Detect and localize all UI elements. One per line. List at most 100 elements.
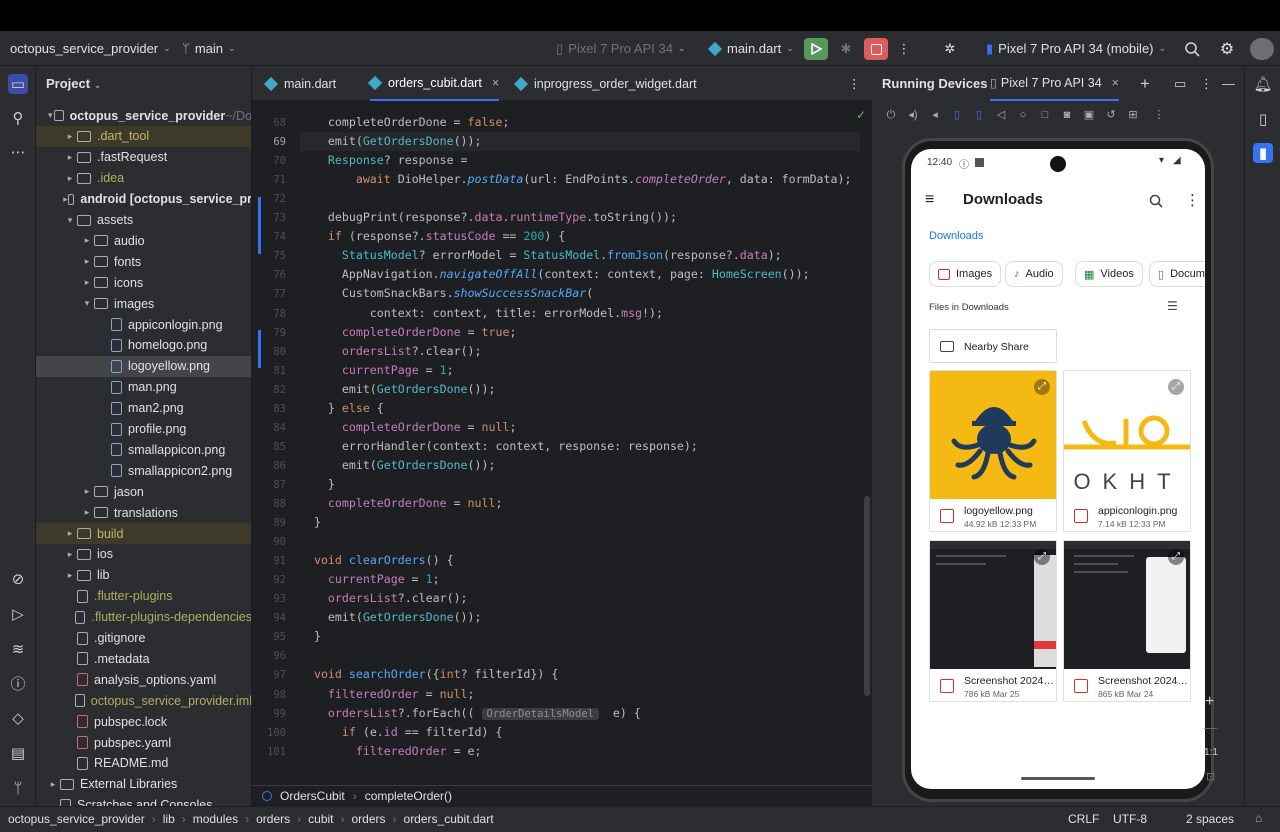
lock-icon[interactable]: ⌂	[1255, 811, 1262, 825]
project-folder-icon[interactable]: ▭	[8, 74, 28, 94]
chevron-down-icon[interactable]: ▾	[46, 110, 54, 121]
chevron-right-icon[interactable]: ▸	[80, 486, 94, 497]
code-area[interactable]: completeOrderDone = false; emit(GetOrder…	[300, 101, 860, 789]
code-line[interactable]: AppNavigation.navigateOffAll(context: co…	[300, 265, 810, 284]
overview-icon[interactable]: □	[1038, 108, 1052, 122]
code-line[interactable]: emit(GetOrdersDone());	[300, 380, 496, 399]
reset-icon[interactable]: ↺	[1104, 108, 1118, 122]
device-target-selector[interactable]: ▯ Pixel 7 Pro API 34 ⌄	[556, 31, 685, 66]
project-panel-title[interactable]: Project ⌄	[46, 76, 101, 91]
chevron-right-icon[interactable]: ▸	[80, 256, 94, 267]
code-line[interactable]: ordersList?.forEach(( OrderDetailsModel …	[300, 704, 641, 723]
expand-icon[interactable]: ⤢	[1034, 549, 1050, 565]
code-line[interactable]: }	[300, 513, 321, 532]
tree-item[interactable]: ▸ fonts	[36, 251, 251, 272]
tree-item[interactable]: ▸ .fastRequest	[36, 147, 251, 168]
indent-widget[interactable]: 2 spaces	[1186, 812, 1234, 826]
code-line[interactable]: if (response?.statusCode == 200) {	[300, 227, 565, 246]
chevron-down-icon[interactable]: ▾	[63, 215, 77, 226]
tree-item[interactable]: man.png	[36, 377, 251, 398]
logcat-icon[interactable]: ≋	[8, 639, 28, 659]
rotate-left-icon[interactable]: ▯	[950, 108, 964, 122]
tree-item[interactable]: .metadata	[36, 648, 251, 669]
chip-images[interactable]: Images	[929, 261, 1002, 287]
tree-item[interactable]: homelogo.png	[36, 335, 251, 356]
tree-item[interactable]: smallappicon2.png	[36, 460, 251, 481]
tree-item[interactable]: pubspec.lock	[36, 711, 251, 732]
code-line[interactable]: StatusModel? errorModel = StatusModel.fr…	[300, 246, 782, 265]
gesture-nav-bar[interactable]	[1021, 777, 1095, 780]
tree-item[interactable]: ▾ images	[36, 293, 251, 314]
run-config-selector[interactable]: main.dart ⌄	[707, 31, 794, 66]
avatar[interactable]	[1250, 38, 1274, 60]
code-line[interactable]: filteredOrder = null;	[300, 685, 475, 704]
phone-screen[interactable]: 12:40 ⓘ ▾ ◢ ≡ Downloads ⋮ Downloads Imag…	[911, 149, 1205, 789]
chip-videos[interactable]: ▦ Videos	[1075, 261, 1143, 287]
mirror-icon[interactable]: ⊞	[1126, 108, 1140, 122]
chevron-right-icon[interactable]: ▸	[80, 507, 94, 518]
back-icon[interactable]: ◁	[994, 108, 1008, 122]
add-icon[interactable]: +	[1140, 74, 1150, 94]
tree-item[interactable]: ▸ icons	[36, 272, 251, 293]
flutter-inspector-icon[interactable]: ⊘	[8, 569, 28, 589]
tab-orders-cubit[interactable]: orders_cubit.dart ×	[367, 66, 500, 101]
path-segment[interactable]: modules	[193, 812, 238, 826]
more-vertical-icon[interactable]: ⋮	[1152, 108, 1166, 122]
run-button[interactable]	[804, 38, 828, 60]
tree-item[interactable]: ▸ jason	[36, 481, 251, 502]
fit-screen-icon[interactable]: ⊡	[1206, 770, 1215, 783]
tree-item[interactable]: ▸ translations	[36, 502, 251, 523]
code-line[interactable]: }	[300, 475, 335, 494]
menu-icon[interactable]: ≡	[925, 191, 934, 209]
search-icon[interactable]	[1149, 194, 1163, 208]
close-icon[interactable]: ×	[1112, 76, 1119, 90]
tree-item[interactable]: .flutter-plugins	[36, 586, 251, 607]
code-line[interactable]: filteredOrder = e;	[300, 742, 482, 761]
tree-item[interactable]: logoyellow.png	[36, 355, 251, 377]
path-segment[interactable]: orders	[256, 812, 290, 826]
breadcrumb-method[interactable]: completeOrder()	[365, 789, 452, 803]
home-icon[interactable]: ○	[1016, 108, 1030, 122]
device-explorer-icon[interactable]: ▯	[1253, 109, 1273, 129]
code-line[interactable]: ordersList?.clear();	[300, 342, 482, 361]
path-segment[interactable]: lib	[163, 812, 175, 826]
structure-icon[interactable]: ⚲	[8, 108, 28, 128]
notifications-icon[interactable]: 🔔︎	[1253, 74, 1273, 94]
tree-item[interactable]: .flutter-plugins-dependencies	[36, 607, 251, 628]
tab-main-dart[interactable]: main.dart	[263, 66, 336, 101]
tree-item[interactable]: ▸ lib	[36, 565, 251, 586]
settings-button[interactable]: ⚙	[1215, 38, 1239, 60]
tree-item[interactable]: ▸ build	[36, 523, 251, 544]
volume-down-icon[interactable]: ◂	[928, 108, 942, 122]
minimize-icon[interactable]: —	[1222, 76, 1235, 91]
code-line[interactable]: debugPrint(response?.data.runtimeType.to…	[300, 208, 677, 227]
code-line[interactable]: void searchOrder({int? filterId}) {	[300, 665, 558, 684]
device-manager-button[interactable]: ✲	[938, 38, 962, 60]
path-breadcrumb[interactable]: Downloads	[929, 230, 983, 242]
tree-item[interactable]: ▸ External Libraries	[36, 774, 251, 795]
more-actions-button[interactable]: ⋮	[892, 38, 916, 60]
chevron-down-icon[interactable]: ▾	[80, 298, 94, 309]
running-devices-icon[interactable]: ▮	[1253, 143, 1273, 163]
tree-item[interactable]: man2.png	[36, 398, 251, 419]
actual-size-icon[interactable]: 1:1	[1204, 747, 1218, 758]
volume-up-icon[interactable]: ◂)	[906, 108, 920, 122]
code-line[interactable]: emit(GetOrdersDone());	[300, 608, 482, 627]
encoding-widget[interactable]: UTF-8	[1113, 812, 1147, 826]
more-vertical-icon[interactable]: ⋮	[1200, 76, 1213, 92]
more-horizontal-icon[interactable]: ⋯	[8, 142, 28, 162]
chevron-right-icon[interactable]: ▸	[63, 549, 77, 560]
code-line[interactable]: errorHandler(context: context, response:…	[300, 437, 698, 456]
code-line[interactable]: context: context, title: errorModel.msg!…	[300, 304, 663, 323]
chevron-right-icon[interactable]: ▸	[63, 131, 77, 142]
problems-icon[interactable]: ⓘ	[8, 673, 28, 693]
path-segment[interactable]: orders	[352, 812, 386, 826]
chevron-right-icon[interactable]: ▸	[80, 235, 94, 246]
project-switcher[interactable]: octopus_service_provider ⌄	[10, 31, 171, 66]
chevron-right-icon[interactable]: ▸	[80, 277, 94, 288]
code-line[interactable]: currentPage = 1;	[300, 361, 454, 380]
code-line[interactable]: CustomSnackBars.showSuccessSnackBar(	[300, 284, 593, 303]
chip-documents[interactable]: ▯ Docum	[1149, 261, 1205, 287]
code-line[interactable]: completeOrderDone = null;	[300, 494, 503, 513]
tab-device[interactable]: ▯ Pixel 7 Pro API 34 ×	[990, 66, 1119, 101]
